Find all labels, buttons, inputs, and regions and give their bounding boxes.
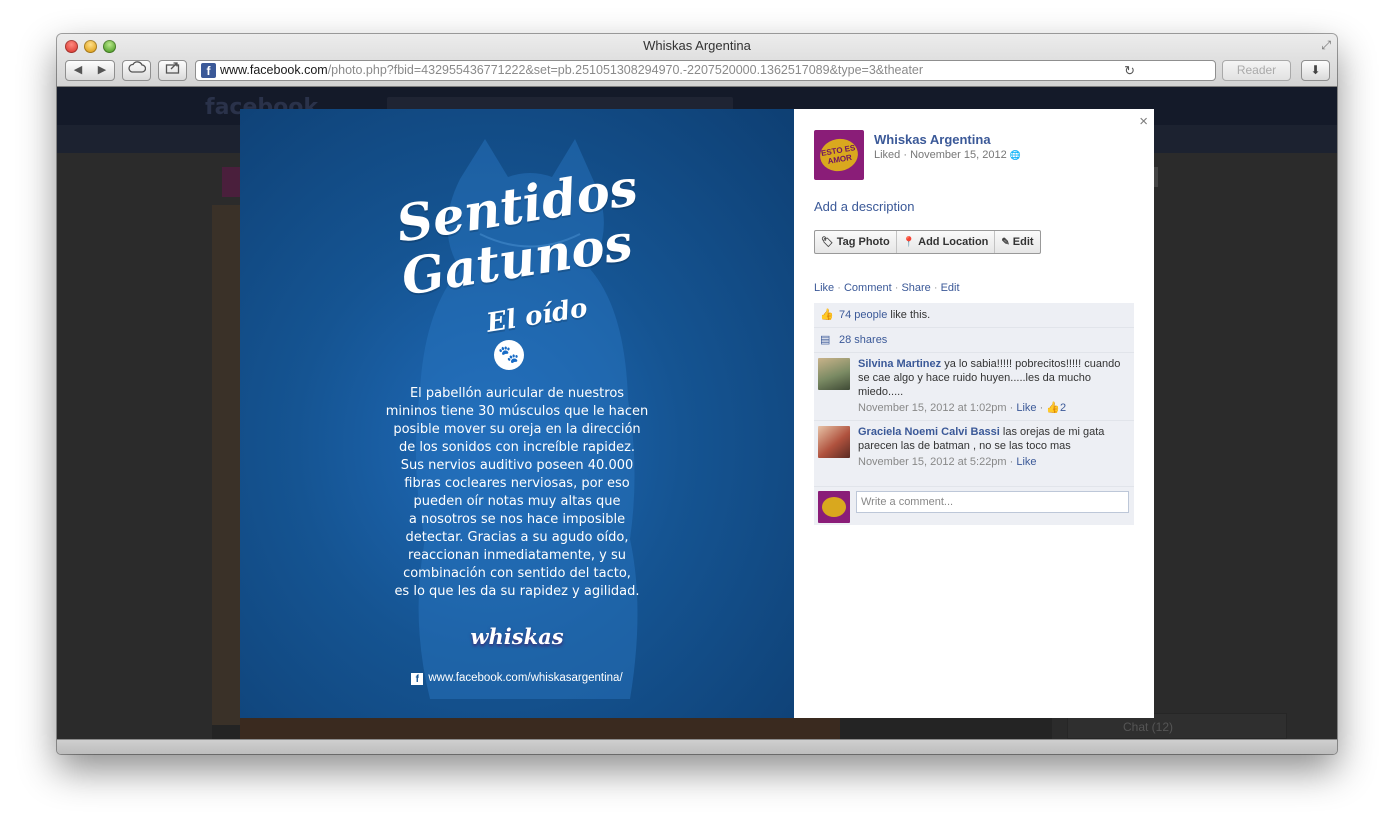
browser-titlebar: Whiskas Argentina ⤢ ◀ ▶ f www.facebook.co… [57,34,1337,87]
photo-body-line: a nosotros se nos hace imposible [408,512,626,527]
facebook-favicon-icon: f [201,63,216,78]
back-forward-buttons: ◀ ▶ [65,60,115,81]
map-pin-icon: 📍 [902,237,916,248]
comment-time[interactable]: November 15, 2012 at 1:02pm [858,402,1007,414]
address-bar[interactable]: f www.facebook.com/photo.php?fbid=432955… [195,60,1216,81]
paw-icon: 🐾 [494,340,524,370]
comment-like-link[interactable]: Like [1016,402,1036,414]
page-avatar[interactable]: ESTO ES AMOR [814,130,864,180]
close-icon[interactable]: × [1139,113,1148,130]
photo-body-line: fibras cocleares nerviosas, por eso [404,476,630,491]
likes-suffix: like this. [887,309,931,321]
photo-facebook-url: f www.facebook.com/whiskasargentina/ [240,672,794,685]
shares-icon: ▤ [820,334,831,346]
edit-link[interactable]: Edit [941,282,960,294]
fullscreen-icon[interactable]: ⤢ [1321,38,1331,53]
edit-label: Edit [1012,236,1034,248]
comment-author-link[interactable]: Silvina Martinez [858,358,941,370]
reader-button[interactable]: Reader [1222,60,1291,81]
photo-body-line: pueden oír notas muy altas que [413,494,621,509]
comment-meta: November 15, 2012 at 1:02pm · Like · 👍2 [858,402,1067,414]
photo-body-line: de los sonidos con increíble rapidez. [398,440,636,455]
back-icon[interactable]: ◀ [66,61,90,80]
feedback-box: 👍 74 people like this. ▤ 28 shares Silvi… [814,303,1134,525]
cloud-icon [127,61,146,73]
add-location-label: Add Location [918,236,989,248]
browser-statusbar [57,739,1337,754]
whiskas-logo: whiskas [470,624,564,649]
thumbs-up-icon: 👍 [820,309,834,321]
add-location-button[interactable]: 📍 Add Location [895,231,995,253]
comment-likes-count: 2 [1060,402,1067,414]
photo-sidebar: × ESTO ES AMOR Whiskas Argentina Liked ·… [794,109,1154,718]
edit-button[interactable]: ✎ Edit [994,231,1039,253]
photo-body-line: posible mover su oreja en la dirección [393,422,641,437]
tag-photo-button[interactable]: 🏷 Tag Photo [815,231,896,253]
photo-theater: Sentidos Gatunos El oído 🐾 El pabellón a… [240,109,1154,718]
comment-item: Graciela Noemi Calvi Bassi las orejas de… [814,421,1134,487]
comment-like-count[interactable]: 👍2 [1046,402,1066,414]
write-comment-row [814,487,1134,525]
background-tab [1154,167,1158,187]
pencil-icon: ✎ [1001,237,1010,248]
downloads-button[interactable]: ⬇ [1301,60,1330,81]
avatar-logo-text: ESTO ES AMOR [817,135,861,175]
facebook-small-icon: f [411,673,424,685]
share-button[interactable] [158,60,187,81]
likes-row: 👍 74 people like this. [814,303,1134,328]
photo-body-line: es lo que les da su rapidez y agilidad. [394,584,640,599]
share-link[interactable]: Share [901,282,930,294]
forward-icon[interactable]: ▶ [90,61,114,80]
comment-item: Silvina Martinez ya lo sabia!!!!! pobrec… [814,353,1134,421]
shares-row: ▤ 28 shares [814,328,1134,353]
add-description-link[interactable]: Add a description [814,199,914,214]
download-icon: ⬇ [1310,63,1321,77]
photo-body-line: detectar. Gracias a su agudo oído, [405,530,629,545]
reload-icon[interactable]: ↻ [1124,61,1135,80]
photo-body-line: combinación con sentido del tacto, [403,566,631,581]
page-name-link[interactable]: Whiskas Argentina [874,132,991,147]
photo-body-line: mininos tiene 30 músculos que le hacen [385,404,649,419]
share-icon [165,62,179,74]
comment-thumbs-icon: 👍 [1046,402,1061,414]
viewer-avatar [818,491,850,523]
comment-input[interactable] [856,491,1129,513]
icloud-tabs-button[interactable] [122,60,151,81]
background-photo-strip [212,205,240,725]
commenter-avatar[interactable] [818,358,850,390]
shares-count-link[interactable]: 28 shares [839,334,887,346]
window-title: Whiskas Argentina [643,38,751,53]
post-meta-text: Liked · November 15, 2012 [874,149,1007,161]
browser-window: Whiskas Argentina ⤢ ◀ ▶ f www.facebook.co… [57,34,1337,754]
photo-body-line: reaccionan inmediatamente, y su [408,548,626,563]
comment-author-link[interactable]: Graciela Noemi Calvi Bassi [858,426,1000,438]
photo-body-line: Sus nervios auditivo poseen 40.000 [400,458,634,473]
url-host: www.facebook.com [220,63,328,77]
comment-meta: November 15, 2012 at 5:22pm · Like [858,456,1037,468]
tag-photo-label: Tag Photo [836,236,890,248]
photo-url-text: www.facebook.com/whiskasargentina/ [428,672,623,684]
photo-actions-group: 🏷 Tag Photo 📍 Add Location ✎ Edit [814,230,1041,254]
globe-icon[interactable]: 🌐 [1010,150,1021,160]
photo-body-text: El pabellón auricular de nuestros minino… [240,385,794,601]
photo[interactable]: Sentidos Gatunos El oído 🐾 El pabellón a… [240,109,794,718]
post-actions: Like · Comment · Share · Edit [814,282,960,294]
photo-body-line: El pabellón auricular de nuestros [409,386,625,401]
comment-link[interactable]: Comment [844,282,892,294]
post-meta: Liked · November 15, 2012 🌐 [874,149,1021,161]
likes-count-link[interactable]: 74 people [839,309,887,321]
commenter-avatar[interactable] [818,426,850,458]
tag-icon: 🏷 [821,237,834,248]
like-link[interactable]: Like [814,282,834,294]
comment-like-link[interactable]: Like [1016,456,1036,468]
url-path: /photo.php?fbid=432955436771222&set=pb.2… [327,63,924,77]
comment-time[interactable]: November 15, 2012 at 5:22pm [858,456,1007,468]
